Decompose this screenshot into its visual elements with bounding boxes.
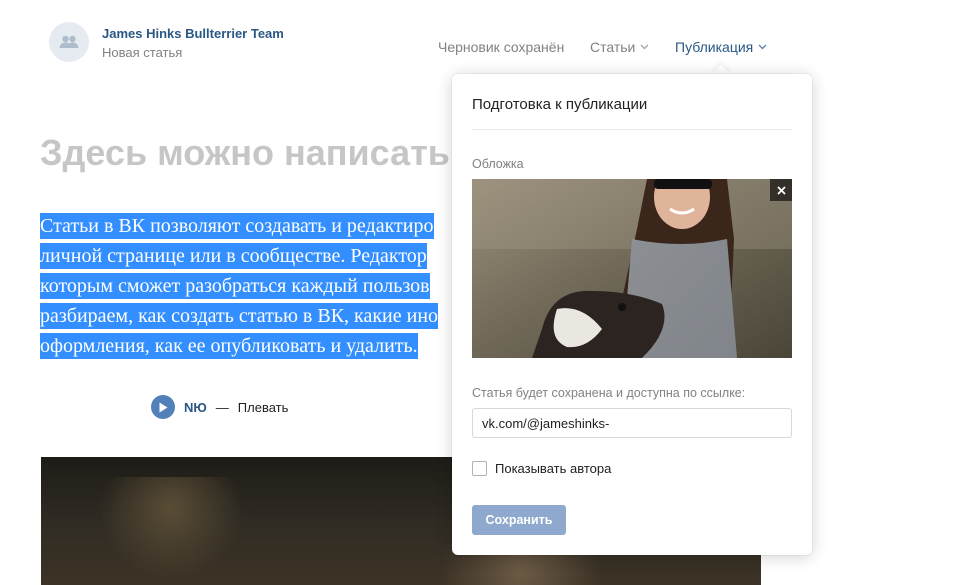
article-line: которым сможет разобраться каждый пользо… (40, 273, 430, 299)
cover-image[interactable] (472, 179, 792, 358)
article-line: оформления, как ее опубликовать и удалит… (40, 333, 418, 359)
article-url-input[interactable] (472, 408, 792, 438)
audio-separator: — (215, 399, 229, 415)
popup-title: Подготовка к публикации (472, 96, 648, 113)
article-title-placeholder[interactable]: Здесь можно написать (40, 132, 470, 174)
chevron-down-icon (758, 44, 767, 50)
popup-divider (472, 129, 792, 130)
save-button[interactable]: Сохранить (472, 505, 566, 535)
group-name-link[interactable]: James Hinks Bullterrier Team (102, 26, 284, 41)
audio-attachment: NЮ — Плевать (151, 395, 288, 419)
group-avatar[interactable] (49, 22, 89, 62)
cover-label: Обложка (472, 157, 524, 171)
article-line: разбираем, как создать статью в ВК, каки… (40, 303, 439, 329)
remove-cover-button[interactable] (770, 179, 792, 201)
cover-photo (472, 179, 792, 358)
publish-popup: Подготовка к публикации Обложка Статья б… (452, 74, 812, 555)
articles-menu[interactable]: Статьи (590, 39, 649, 55)
articles-menu-label: Статьи (590, 39, 636, 55)
show-author-label: Показывать автора (495, 461, 612, 476)
url-label: Статья будет сохранена и доступна по ссы… (472, 386, 746, 400)
draft-status: Черновик сохранён (438, 39, 565, 55)
show-author-option[interactable]: Показывать автора (472, 461, 611, 476)
chevron-down-icon (640, 44, 649, 50)
play-icon (159, 402, 168, 412)
play-button[interactable] (151, 395, 175, 419)
group-icon (59, 35, 79, 48)
page-subtitle: Новая статья (102, 45, 183, 60)
publish-menu[interactable]: Публикация (675, 39, 767, 55)
article-line: Статьи в ВК позволяют создавать и редакт… (40, 213, 434, 239)
publish-menu-label: Публикация (675, 39, 754, 55)
show-author-checkbox[interactable] (472, 461, 487, 476)
close-icon (776, 185, 786, 195)
audio-title: Плевать (237, 399, 289, 415)
article-body[interactable]: Статьи в ВК позволяют создавать и редакт… (40, 211, 460, 361)
audio-artist[interactable]: NЮ (184, 400, 207, 415)
article-line: личной странице или в сообществе. Редакт… (40, 243, 427, 269)
